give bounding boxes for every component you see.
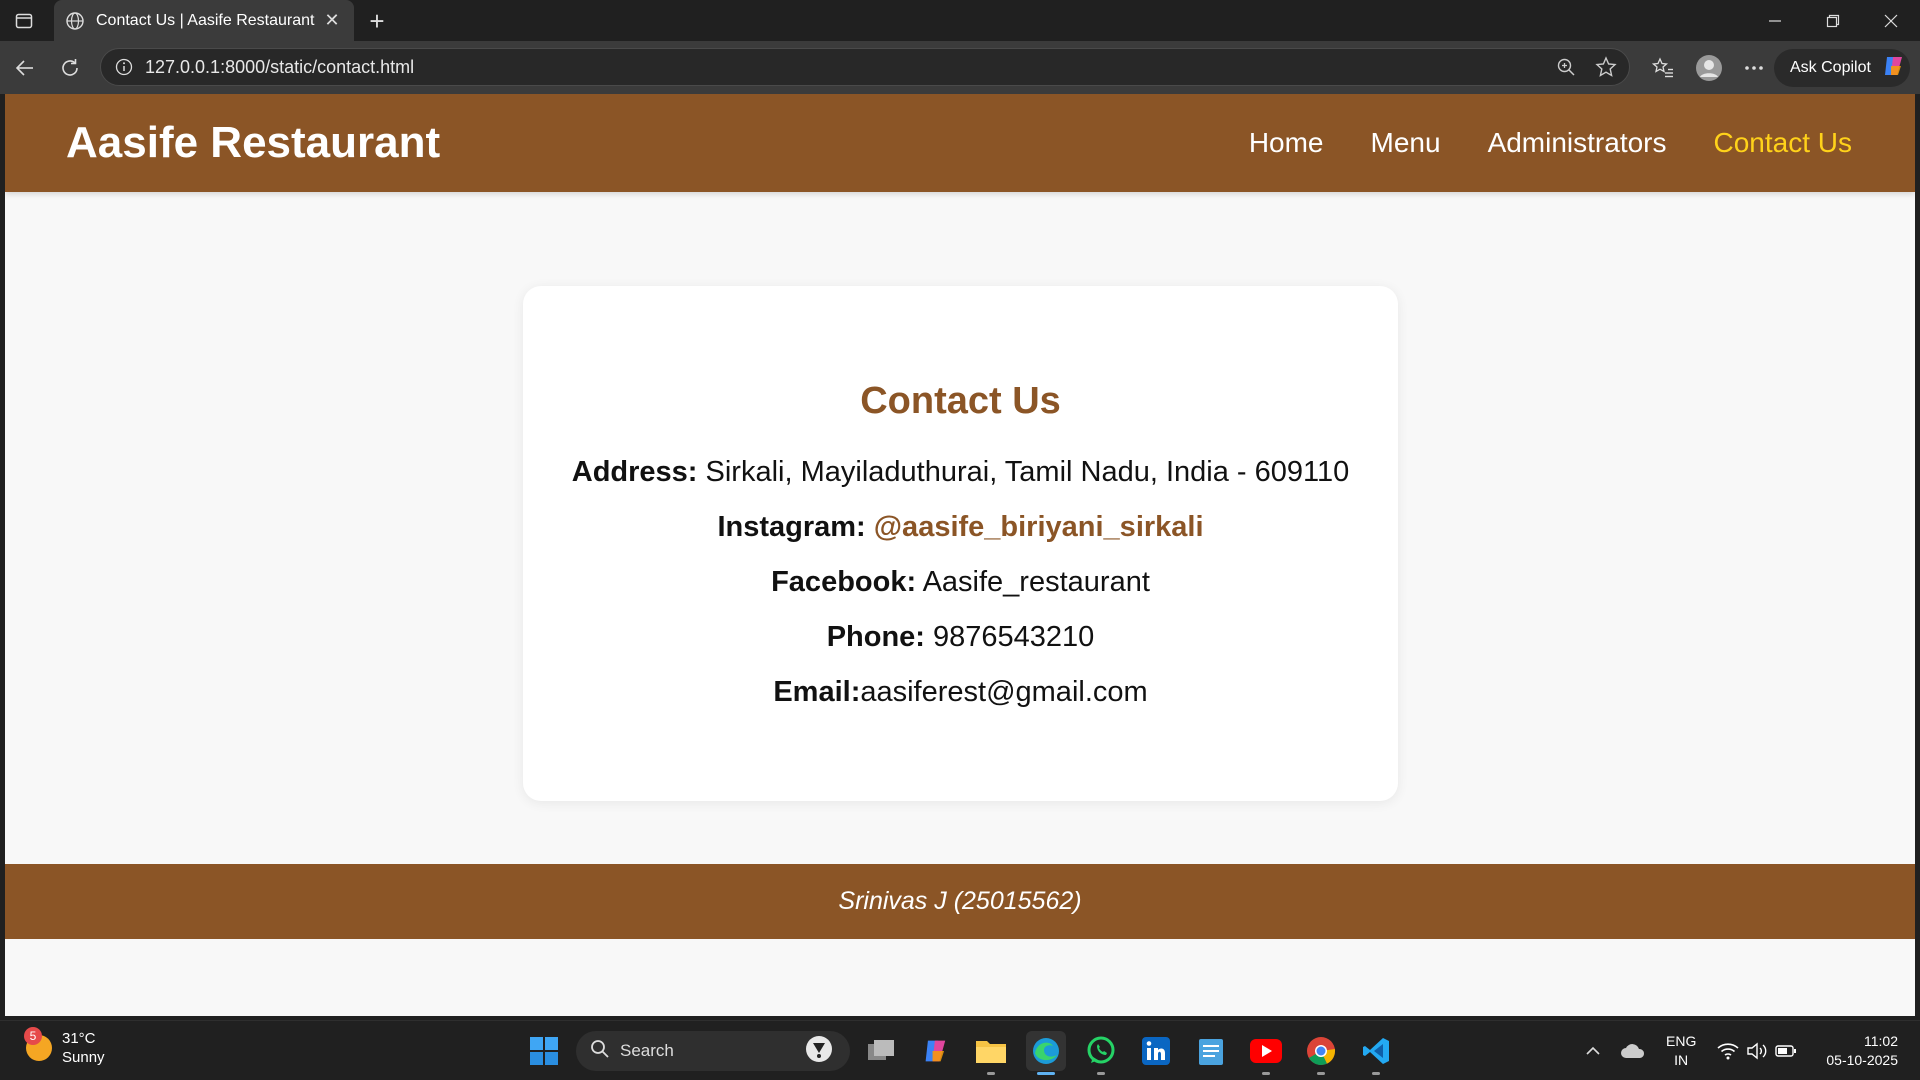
- facebook-line: Facebook: Aasife_restaurant: [523, 565, 1398, 600]
- phone-value: 9876543210: [924, 621, 1095, 653]
- chrome-icon[interactable]: [1301, 1031, 1341, 1075]
- browser-tab-bar: Contact Us | Aasife Restaurant ✕ +: [0, 0, 1920, 41]
- restore-icon[interactable]: [1804, 0, 1862, 41]
- copilot-icon: [1881, 53, 1907, 84]
- back-icon[interactable]: [8, 51, 42, 85]
- globe-icon: [64, 10, 86, 32]
- onedrive-cloud-icon[interactable]: [1613, 1031, 1653, 1071]
- facebook-label: Facebook:: [771, 566, 917, 598]
- search-label: Search: [620, 1041, 674, 1060]
- taskbar-search-box[interactable]: Search: [576, 1031, 850, 1071]
- contact-card: Contact Us Address: Sirkali, Mayiladuthu…: [523, 286, 1398, 801]
- zoom-icon[interactable]: [1549, 50, 1583, 84]
- linkedin-icon[interactable]: [1136, 1031, 1176, 1071]
- windows-taskbar: 5 31°C Sunny Search ENG IN 11:02 05-10-2…: [0, 1020, 1920, 1080]
- minimize-icon[interactable]: [1746, 0, 1804, 41]
- refresh-icon[interactable]: [53, 51, 87, 85]
- file-explorer-icon[interactable]: [971, 1031, 1011, 1075]
- more-options-icon[interactable]: [1737, 51, 1771, 85]
- nav-home-link[interactable]: Home: [1249, 127, 1324, 159]
- address-value: Sirkali, Mayiladuthurai, Tamil Nadu, Ind…: [697, 456, 1350, 488]
- contact-title: Contact Us: [860, 380, 1061, 422]
- copilot-label: Ask Copilot: [1790, 59, 1871, 76]
- tab-title: Contact Us | Aasife Restaurant: [96, 11, 315, 29]
- ask-copilot-button[interactable]: Ask Copilot: [1774, 49, 1910, 87]
- notepad-icon[interactable]: [1191, 1031, 1231, 1071]
- language-indicator[interactable]: ENG IN: [1666, 1032, 1696, 1070]
- weather-temp: 31°C: [62, 1030, 96, 1047]
- address-line: Address: Sirkali, Mayiladuthurai, Tamil …: [523, 455, 1398, 490]
- footer-text: Srinivas J (25015562): [838, 887, 1082, 915]
- tab-actions-icon[interactable]: [10, 8, 38, 34]
- email-label: Email:: [773, 676, 861, 708]
- site-info-icon[interactable]: [113, 56, 135, 78]
- url-text[interactable]: 127.0.0.1:8000/static/contact.html: [145, 57, 1549, 78]
- browser-toolbar: 127.0.0.1:8000/static/contact.html Ask C…: [0, 41, 1920, 94]
- site-footer: Srinivas J (25015562): [5, 864, 1915, 939]
- site-header: Aasife Restaurant Home Menu Administrato…: [5, 94, 1915, 192]
- new-tab-icon[interactable]: +: [362, 6, 392, 36]
- site-logo[interactable]: Aasife Restaurant: [66, 118, 440, 168]
- address-label: Address:: [571, 456, 698, 488]
- profile-avatar-icon[interactable]: [1692, 51, 1726, 85]
- weather-widget[interactable]: 5 31°C Sunny: [24, 1027, 105, 1067]
- task-view-icon[interactable]: [861, 1031, 901, 1071]
- clock-date: 05-10-2025: [1826, 1052, 1898, 1068]
- facebook-value: Aasife_restaurant: [916, 566, 1150, 598]
- email-value: aasiferest@gmail.com: [860, 676, 1148, 708]
- instagram-line: Instagram: @aasife_biriyani_sirkali: [523, 510, 1398, 545]
- show-hidden-icons-icon[interactable]: [1573, 1031, 1613, 1071]
- phone-label: Phone:: [826, 621, 925, 653]
- favorite-star-icon[interactable]: [1589, 50, 1623, 84]
- phone-line: Phone: 9876543210: [523, 620, 1398, 655]
- whatsapp-icon[interactable]: [1081, 1031, 1121, 1075]
- weather-desc: Sunny: [62, 1049, 105, 1066]
- search-highlight-icon: [804, 1034, 834, 1069]
- nav-menu-link[interactable]: Menu: [1371, 127, 1441, 159]
- vscode-icon[interactable]: [1356, 1031, 1396, 1075]
- close-window-icon[interactable]: [1862, 0, 1920, 41]
- clock-time: 11:02: [1864, 1033, 1898, 1049]
- copilot-app-icon[interactable]: [916, 1031, 956, 1071]
- sun-icon: 5: [24, 1027, 52, 1061]
- page-viewport: Aasife Restaurant Home Menu Administrato…: [5, 94, 1915, 1016]
- system-clock[interactable]: 11:02 05-10-2025: [1826, 1032, 1898, 1070]
- search-icon: [590, 1039, 610, 1064]
- battery-icon[interactable]: [1766, 1031, 1806, 1071]
- lang-line2: IN: [1674, 1052, 1689, 1068]
- instagram-label: Instagram:: [717, 511, 866, 543]
- instagram-link[interactable]: @aasife_biriyani_sirkali: [874, 511, 1204, 543]
- browser-tab-active[interactable]: Contact Us | Aasife Restaurant ✕: [54, 0, 354, 41]
- youtube-icon[interactable]: [1246, 1031, 1286, 1075]
- site-nav: Home Menu Administrators Contact Us: [1249, 127, 1852, 159]
- email-line: Email:aasiferest@gmail.com: [523, 675, 1398, 710]
- address-bar[interactable]: 127.0.0.1:8000/static/contact.html: [100, 48, 1630, 86]
- weather-badge: 5: [24, 1027, 42, 1045]
- close-tab-icon[interactable]: ✕: [320, 9, 344, 33]
- lang-line1: ENG: [1666, 1033, 1697, 1049]
- nav-contact-us-link[interactable]: Contact Us: [1714, 127, 1853, 159]
- windows-start-icon[interactable]: [524, 1031, 564, 1071]
- favorites-icon[interactable]: [1646, 51, 1680, 85]
- edge-browser-icon[interactable]: [1026, 1031, 1066, 1075]
- nav-administrators-link[interactable]: Administrators: [1488, 127, 1667, 159]
